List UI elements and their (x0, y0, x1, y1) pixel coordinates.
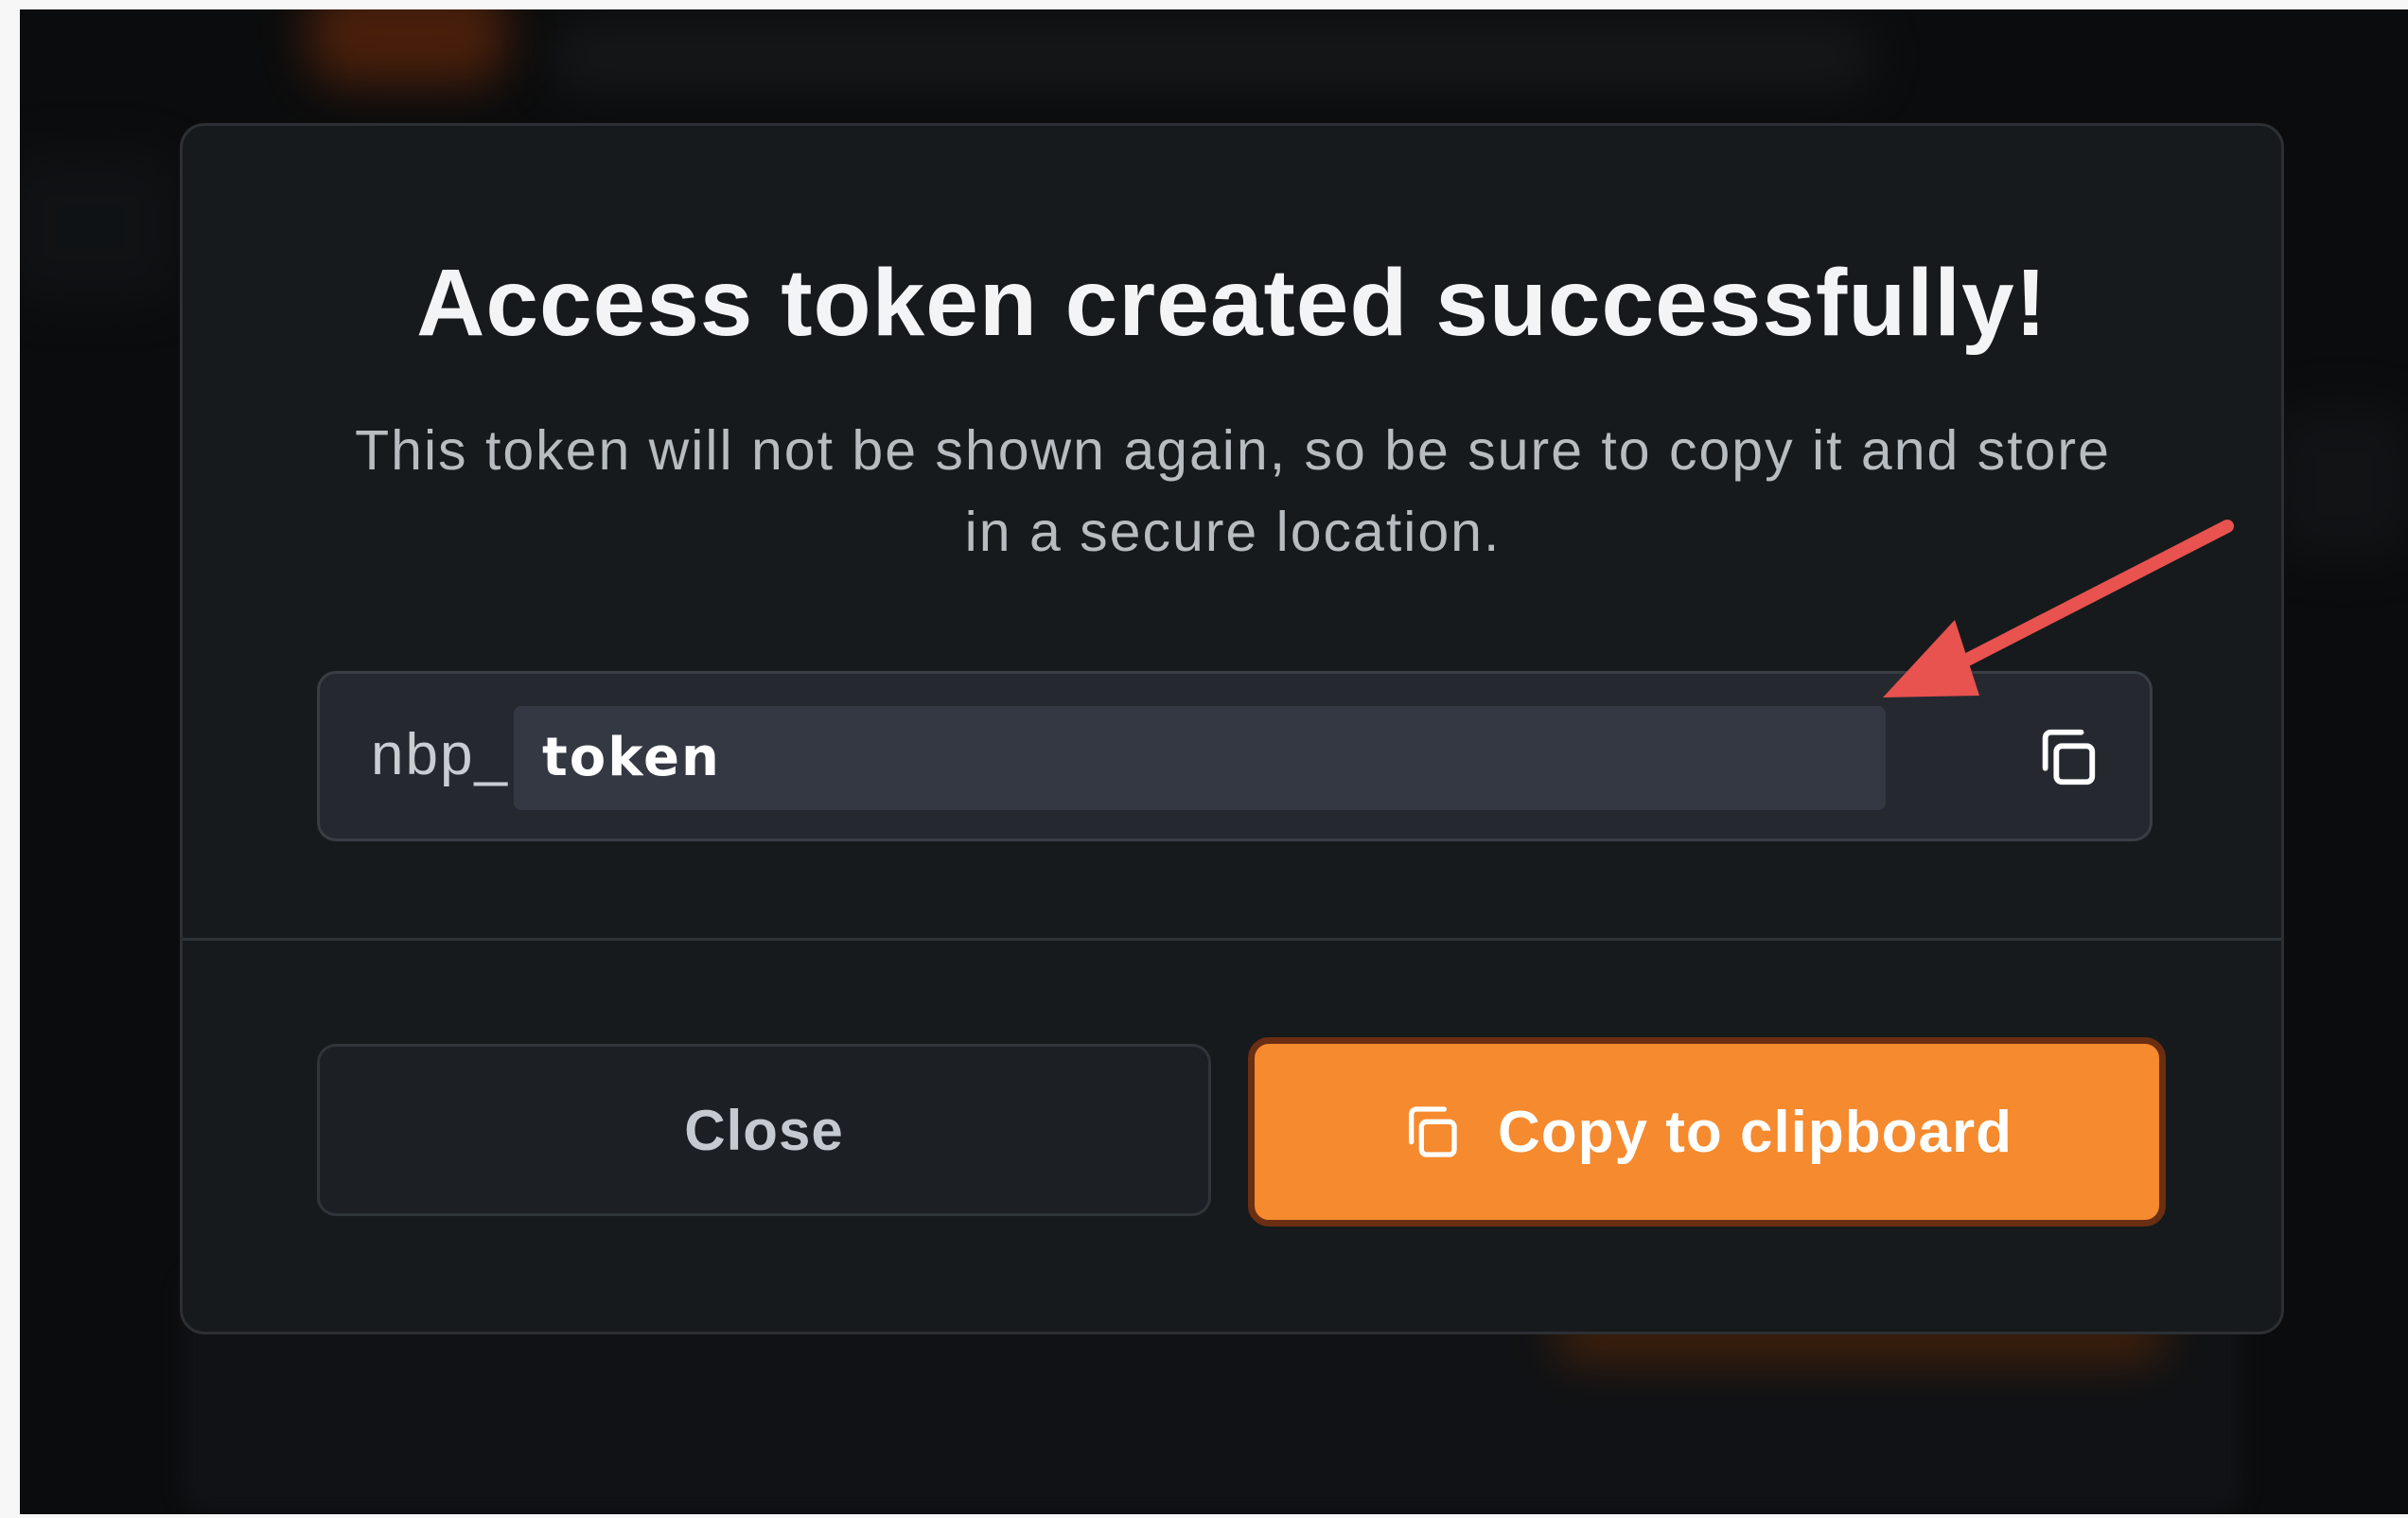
dialog-divider (183, 938, 2281, 941)
dialog-description: This token will not be shown again, so b… (355, 419, 2111, 563)
close-button[interactable]: Close (317, 1044, 1211, 1216)
copy-icon (2042, 729, 2096, 785)
blurred-logo (308, 9, 507, 85)
token-field: nbp_ token (317, 671, 2153, 841)
copy-button-label: Copy to clipboard (1498, 1099, 2013, 1165)
token-prefix: nbp_ (371, 722, 509, 787)
token-value[interactable]: token (514, 706, 1886, 810)
close-button-label: Close (684, 1098, 844, 1162)
blurred-header (550, 19, 1874, 95)
blurred-sidebar (20, 151, 181, 303)
copy-to-clipboard-button[interactable]: Copy to clipboard (1248, 1037, 2166, 1227)
blurred-content (2272, 407, 2408, 558)
copy-icon (1401, 1102, 1462, 1162)
dialog-title: Access token created successfully! (416, 250, 2048, 356)
token-created-dialog: Access token created successfully! This … (180, 123, 2284, 1334)
copy-token-button[interactable] (2028, 717, 2107, 797)
